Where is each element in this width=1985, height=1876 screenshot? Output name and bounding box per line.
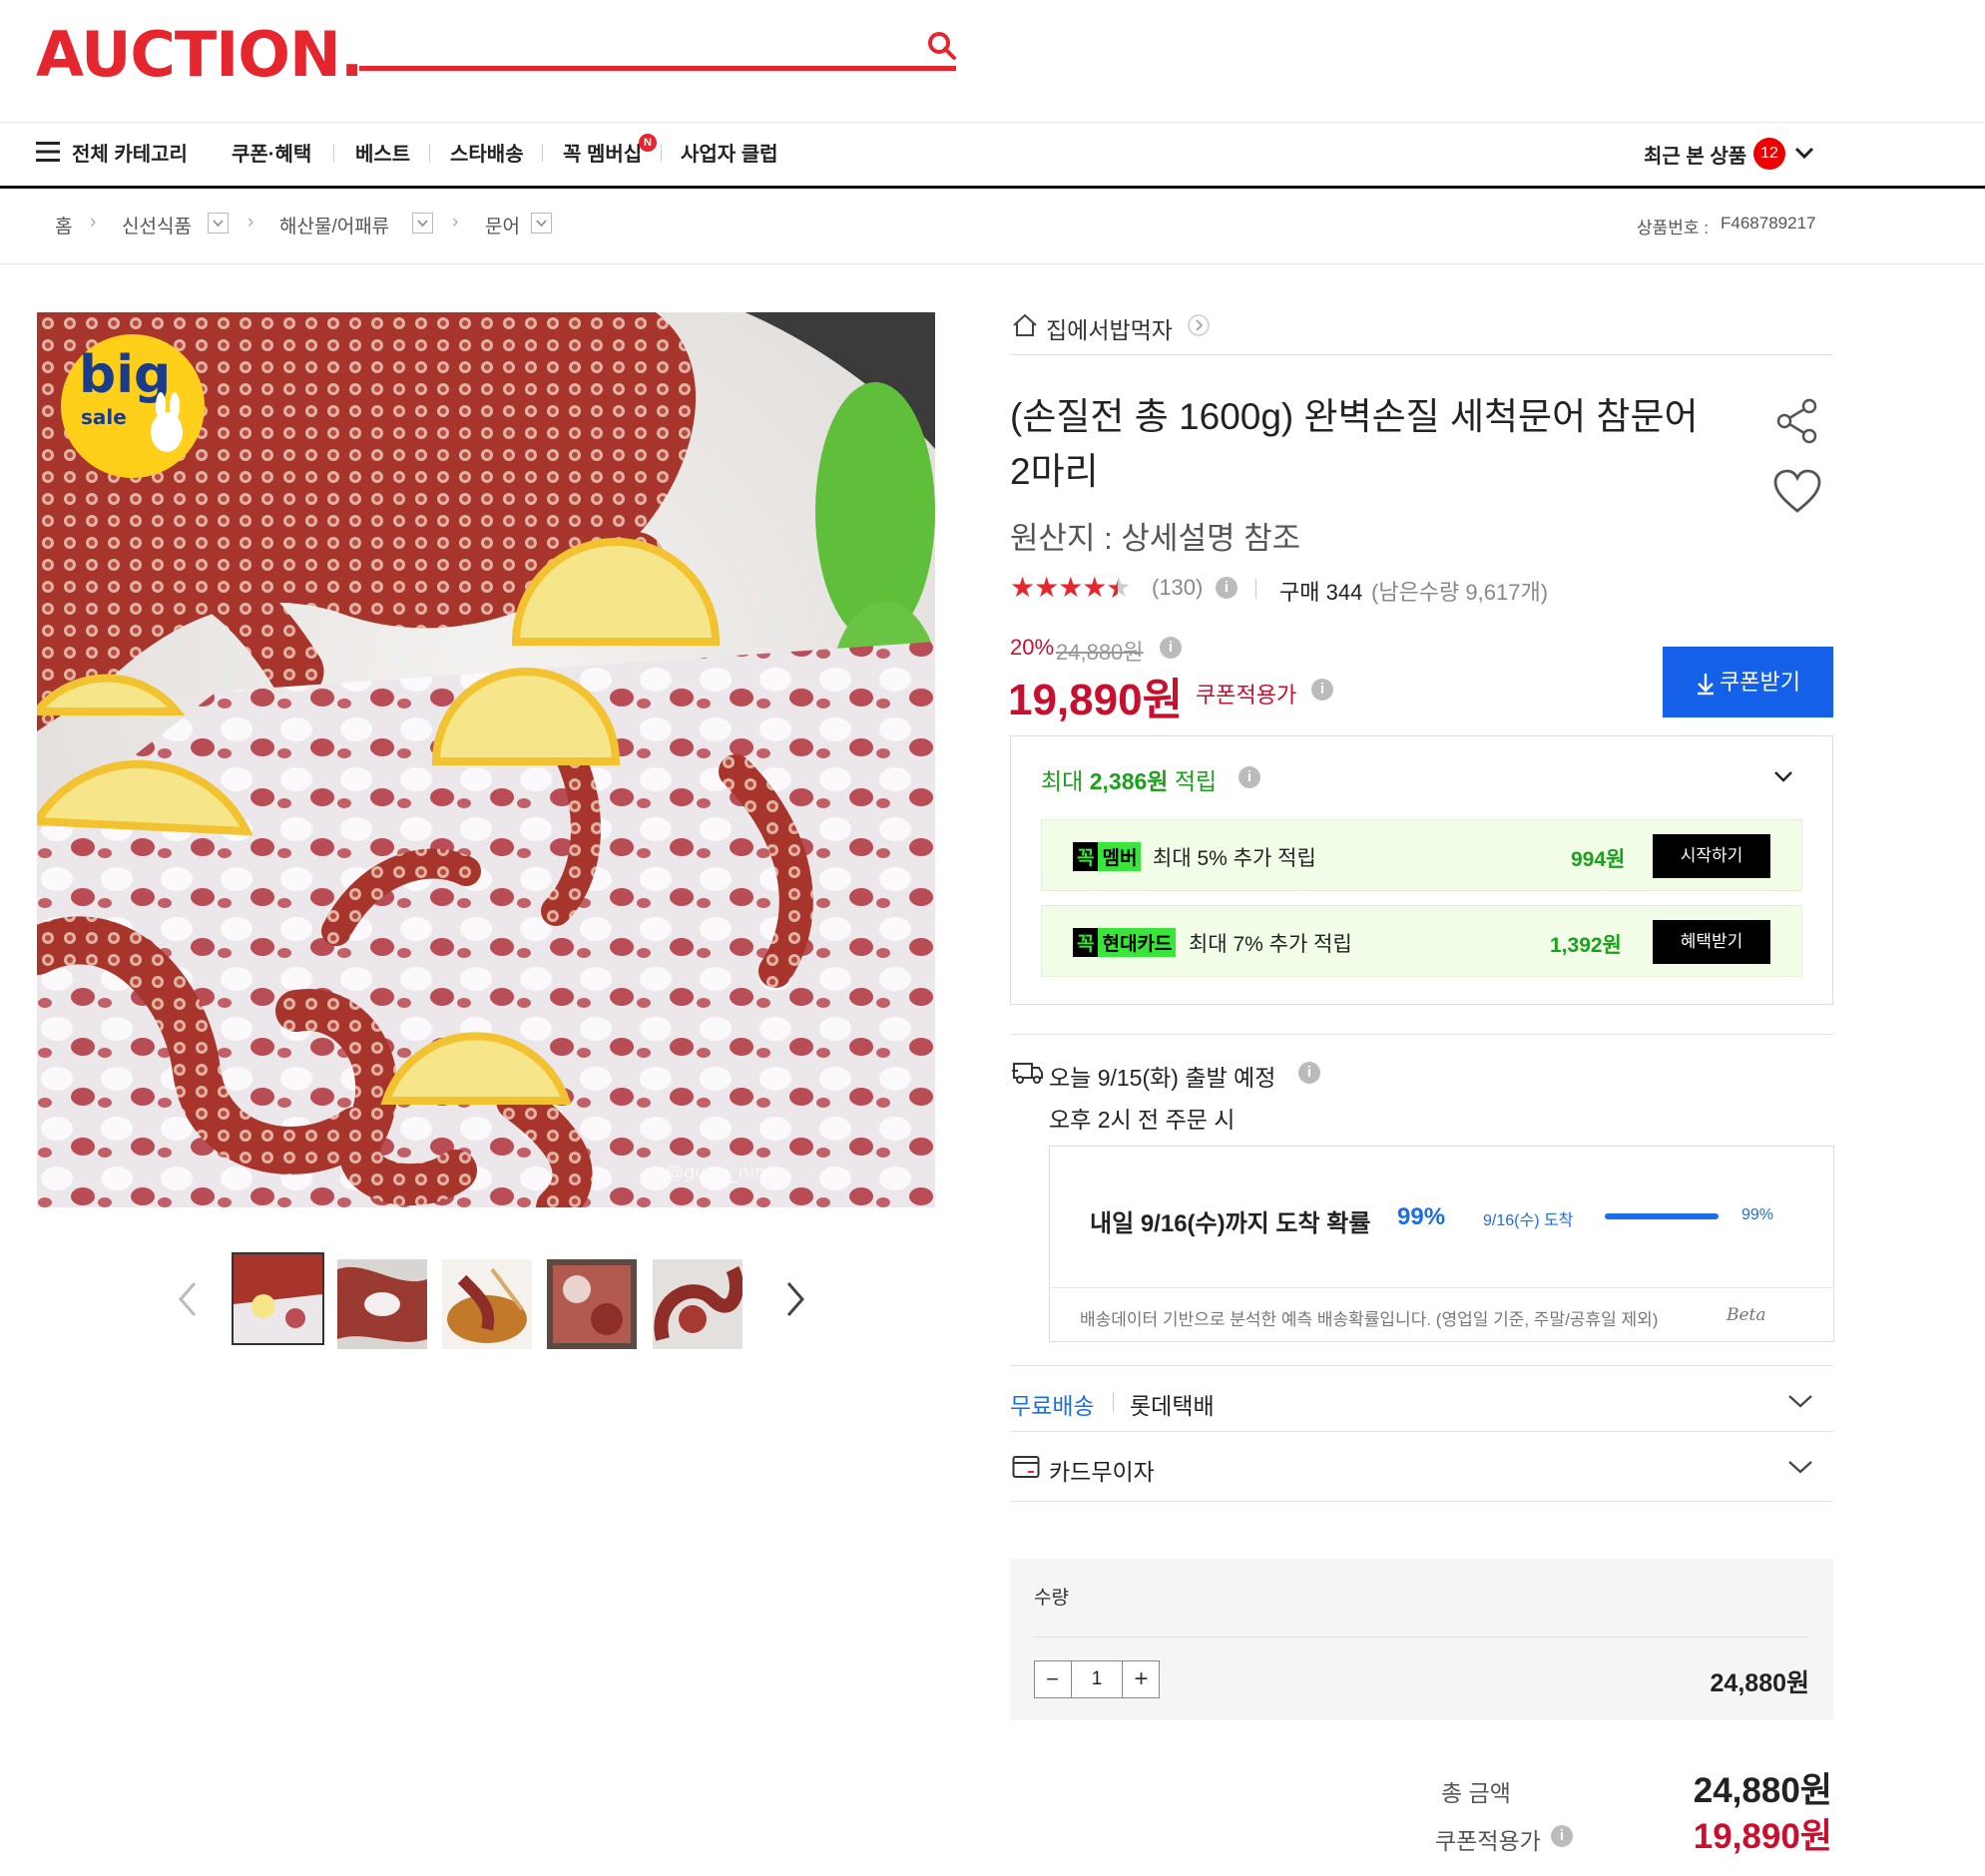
nav-membership[interactable]: 꼭 멤버십 (563, 138, 642, 167)
breadcrumb-home[interactable]: 홈 (55, 212, 72, 238)
nav-star-delivery[interactable]: 스타배송 (450, 138, 524, 167)
thumbnail-4[interactable] (547, 1259, 637, 1349)
nav-business-club[interactable]: 사업자 클럽 (681, 138, 778, 167)
badge-big-text: big (79, 345, 171, 405)
credit-card-icon (1012, 1456, 1040, 1478)
search-icon[interactable] (926, 30, 958, 62)
chevron-down-icon[interactable] (1794, 146, 1814, 160)
breadcrumb-level-2[interactable]: 해산물/어패류 (279, 212, 389, 238)
arrival-probability: 99% (1397, 1203, 1446, 1230)
coupon-download-label: 쿠폰받기 (1720, 670, 1800, 695)
info-icon[interactable]: i (1216, 577, 1238, 599)
share-icon[interactable] (1774, 397, 1820, 445)
store-home-icon (1013, 313, 1037, 336)
quantity-minus-button[interactable]: − (1034, 1660, 1072, 1698)
membership-reward-amount: 994원 (1571, 848, 1626, 871)
arrival-progress-bar (1605, 1213, 1719, 1219)
nav-best[interactable]: 베스트 (355, 138, 410, 167)
review-count[interactable]: (130) (1152, 575, 1203, 601)
info-icon[interactable]: i (1239, 766, 1260, 788)
auction-logo[interactable]: AUCTION. (36, 18, 363, 91)
menu-icon[interactable] (36, 142, 60, 162)
stock-remaining: (남은수량 9,617개) (1371, 580, 1549, 605)
thumbnail-2[interactable] (337, 1259, 427, 1349)
info-icon[interactable]: i (1551, 1825, 1573, 1847)
badge-sale-text: sale (81, 405, 127, 429)
order-cutoff: 오후 2시 전 주문 시 (1049, 1107, 1236, 1133)
hyundai-card-reward-text: 최대 7% 추가 적립 (1189, 933, 1352, 956)
quantity-input[interactable]: 1 (1072, 1660, 1122, 1698)
breadcrumb-level-1[interactable]: 신선식품 (122, 212, 192, 238)
heart-icon[interactable] (1772, 469, 1822, 515)
beta-label: Beta (1727, 1305, 1766, 1325)
info-icon[interactable]: i (1311, 679, 1333, 701)
product-number: F468789217 (1721, 214, 1816, 233)
thumbnail-5[interactable] (653, 1259, 743, 1349)
truck-icon (1012, 1063, 1043, 1084)
membership-tag: 꼭 멤버 (1073, 842, 1142, 871)
image-watermark: @gugu_nini (666, 1163, 771, 1183)
arrival-bar-label: 9/16(수) 도착 (1483, 1212, 1574, 1229)
breadcrumb-dropdown-2[interactable] (412, 213, 433, 234)
product-title: (손질전 총 1600g) 완벽손질 세척문어 참문어 2마리 (1010, 396, 1699, 492)
thumbnail-3[interactable] (442, 1259, 532, 1349)
breadcrumb-dropdown-3[interactable] (531, 213, 552, 234)
coupon-download-button[interactable]: 쿠폰받기 (1663, 647, 1833, 717)
nav-coupon-benefit[interactable]: 쿠폰·혜택 (232, 138, 311, 167)
product-number-label: 상품번호 : (1637, 219, 1710, 237)
recent-count-badge: 12 (1753, 138, 1785, 170)
delivery-note: 배송데이터 기반으로 분석한 예측 배송확률입니다. (영업일 기준, 주말/공… (1080, 1310, 1659, 1329)
new-badge: N (639, 134, 657, 152)
coupon-total-label: 쿠폰적용가 (1435, 1828, 1541, 1854)
ship-date: 오늘 9/15(화) 출발 예정 (1049, 1065, 1276, 1091)
start-membership-button[interactable]: 시작하기 (1653, 834, 1770, 878)
coupon-price: 19,890원 (1008, 676, 1184, 724)
purchase-count: 구매 344 (1279, 580, 1363, 605)
get-benefit-button[interactable]: 혜택받기 (1653, 920, 1770, 964)
hyundai-card-tag: 꼭 현대카드 (1073, 928, 1177, 957)
breadcrumb-dropdown-1[interactable] (208, 213, 229, 234)
seller-name[interactable]: 집에서밥먹자 (1046, 311, 1173, 345)
max-reward[interactable]: 최대 2,386원 적립 (1041, 762, 1217, 796)
coupon-total-amount: 19,890원 (1693, 1817, 1832, 1856)
hyundai-card-reward-amount: 1,392원 (1550, 934, 1622, 957)
search-input[interactable] (359, 66, 956, 71)
origin-info: 원산지 : 상세설명 참조 (1010, 521, 1301, 556)
original-price: 24,880원 (1056, 640, 1144, 665)
product-main-image[interactable]: @gugu_nini big sale (37, 312, 935, 1207)
download-icon (1698, 674, 1715, 696)
free-shipping-label: 무료배송 (1010, 1393, 1095, 1419)
recent-products-label[interactable]: 최근 본 상품 (1644, 140, 1746, 169)
discount-rate: 20% (1010, 635, 1055, 660)
rating-stars: ★★★★★★ (1010, 572, 1132, 604)
thumb-prev-arrow-icon[interactable] (177, 1279, 199, 1319)
carrier-name: 롯데택배 (1130, 1393, 1215, 1419)
card-installment: 카드무이자 (1049, 1459, 1155, 1485)
total-label: 총 금액 (1441, 1780, 1511, 1806)
total-amount: 24,880원 (1693, 1771, 1832, 1810)
arrival-text: 내일 9/16(수)까지 도착 확률 (1090, 1210, 1371, 1237)
arrival-bar-percent: 99% (1741, 1206, 1774, 1223)
thumb-next-arrow-icon[interactable] (784, 1279, 806, 1319)
nav-all-category[interactable]: 전체 카테고리 (72, 138, 188, 167)
chevron-right-icon[interactable] (1188, 314, 1210, 336)
chevron-down-icon[interactable] (1786, 1457, 1814, 1477)
thumbnail-1[interactable] (232, 1252, 324, 1345)
breadcrumb-level-3[interactable]: 문어 (485, 212, 520, 238)
info-icon[interactable]: i (1298, 1062, 1320, 1084)
line-price: 24,880원 (1710, 1669, 1809, 1697)
chevron-down-icon[interactable] (1786, 1391, 1814, 1411)
coupon-price-label: 쿠폰적용가 (1196, 683, 1297, 707)
info-icon[interactable]: i (1160, 637, 1182, 659)
quantity-plus-button[interactable]: + (1122, 1660, 1160, 1698)
chevron-down-icon[interactable] (1772, 768, 1794, 784)
quantity-label: 수량 (1034, 1588, 1069, 1609)
membership-reward-text: 최대 5% 추가 적립 (1153, 847, 1316, 870)
